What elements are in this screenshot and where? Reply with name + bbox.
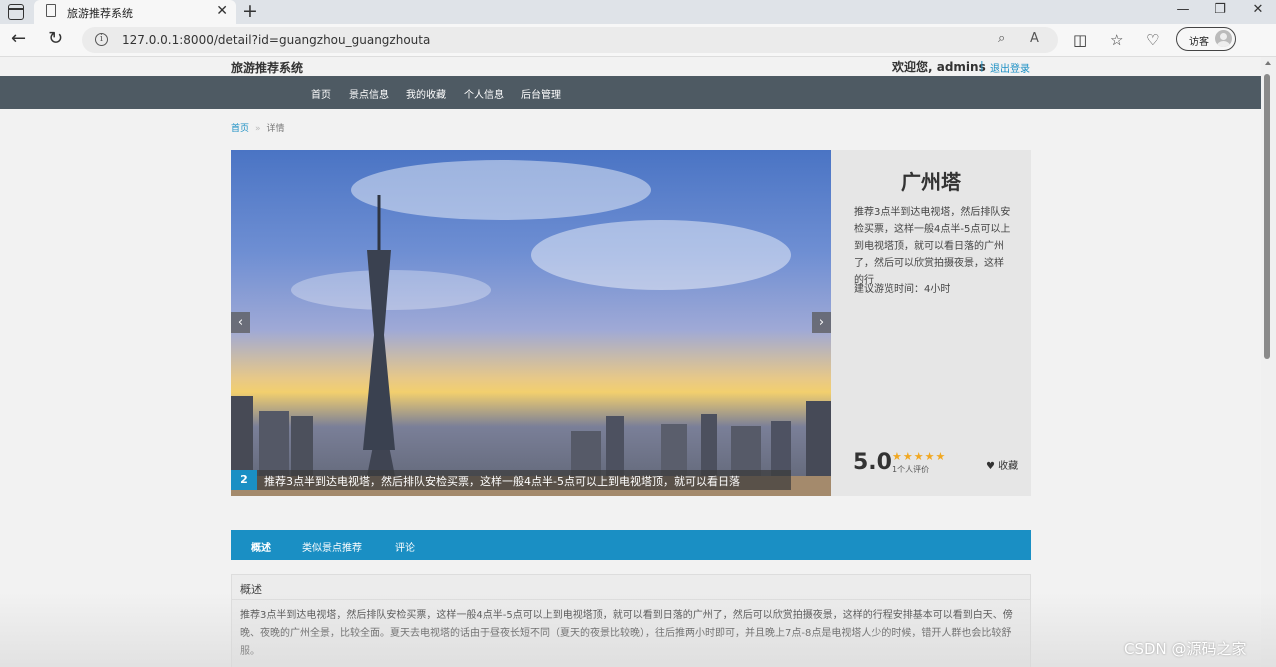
tab-comments[interactable]: 评论 <box>395 539 415 554</box>
web-page: 旅游推荐系统 欢迎您, admins | 退出登录 首页 景点信息 我的收藏 个… <box>0 57 1261 667</box>
favorites-icon[interactable]: ☆ <box>1110 31 1123 49</box>
read-aloud-icon[interactable]: A <box>1030 31 1039 46</box>
rating-score: 5.0 <box>853 450 892 475</box>
tab-sidebar-icon[interactable] <box>8 4 24 20</box>
url-field[interactable]: i 127.0.0.1:8000/detail?id=guangzhou_gua… <box>82 27 1058 53</box>
spot-description: 推荐3点半到达电视塔，然后排队安检买票，这样一般4点半-5点可以上到电视塔顶，就… <box>854 207 1011 286</box>
welcome-text: 欢迎您, admins <box>892 60 986 74</box>
guest-profile-button[interactable]: 访客 <box>1176 27 1236 51</box>
site-name: 旅游推荐系统 <box>231 61 304 75</box>
photo-carousel[interactable]: ‹ › 2 推荐3点半到达电视塔，然后排队安检买票，这样一般4点半-5点可以上到… <box>231 150 831 496</box>
extensions-icon[interactable]: ♡ <box>1146 31 1159 49</box>
review-count: 1个人评价 <box>892 465 930 474</box>
watermark: CSDN @源码之家 <box>1124 640 1247 658</box>
minimize-icon[interactable]: — <box>1173 2 1193 17</box>
header-separator: | <box>980 59 984 72</box>
tab-overview[interactable]: 概述 <box>251 539 271 554</box>
favorite-button[interactable]: ♥ 收藏 <box>986 457 1018 472</box>
nav-item-home[interactable]: 首页 <box>311 86 331 101</box>
carousel-caption: 2 推荐3点半到达电视塔，然后排队安检买票，这样一般4点半-5点可以上到电视塔顶… <box>231 470 791 490</box>
breadcrumb-home[interactable]: 首页 <box>231 124 249 134</box>
slide-number-badge: 2 <box>231 470 257 490</box>
overview-panel: 概述 推荐3点半到达电视塔，然后排队安检买票，这样一般4点半-5点可以上到电视塔… <box>231 574 1031 667</box>
breadcrumb-separator: » <box>255 124 261 134</box>
tab-title: 旅游推荐系统 <box>67 7 133 20</box>
browser-tab[interactable]: 旅游推荐系统 ✕ <box>34 0 236 24</box>
page-icon <box>46 4 56 17</box>
main-navbar: 首页 景点信息 我的收藏 个人信息 后台管理 <box>0 76 1261 109</box>
address-bar-row: ← ↻ i 127.0.0.1:8000/detail?id=guangzhou… <box>0 24 1276 57</box>
plus-icon[interactable]: + <box>242 0 258 22</box>
reload-icon[interactable]: ↻ <box>48 28 63 49</box>
split-screen-icon[interactable]: ◫ <box>1073 31 1087 49</box>
nav-item-favorites[interactable]: 我的收藏 <box>406 86 446 101</box>
caption-text: 推荐3点半到达电视塔，然后排队安检买票，这样一般4点半-5点可以上到电视塔顶，就… <box>264 475 740 488</box>
detail-tabs: 概述 类似景点推荐 评论 <box>231 530 1031 560</box>
suggested-time: 建议游览时间：4小时 <box>854 284 951 295</box>
nav-item-profile[interactable]: 个人信息 <box>464 86 504 101</box>
nav-item-admin[interactable]: 后台管理 <box>521 86 561 101</box>
close-icon[interactable]: ✕ <box>216 3 228 19</box>
window-close-icon[interactable]: ✕ <box>1248 2 1268 17</box>
browser-tab-bar: 旅游推荐系统 ✕ + — ❐ ✕ <box>0 0 1276 24</box>
tab-similar-spots[interactable]: 类似景点推荐 <box>302 539 362 554</box>
avatar <box>1215 30 1232 47</box>
info-icon[interactable]: i <box>95 33 108 46</box>
maximize-icon[interactable]: ❐ <box>1210 2 1230 17</box>
overview-title: 概述 <box>240 583 262 596</box>
url-text[interactable]: 127.0.0.1:8000/detail?id=guangzhou_guang… <box>122 33 430 47</box>
spot-title: 广州塔 <box>901 170 961 194</box>
breadcrumb-current: 详情 <box>266 124 285 134</box>
logout-link[interactable]: 退出登录 <box>990 60 1030 75</box>
rating-stars: ★★★★★ <box>892 450 947 463</box>
nav-item-spots[interactable]: 景点信息 <box>349 86 389 101</box>
carousel-next-button[interactable]: › <box>812 312 831 333</box>
page-scrollbar[interactable] <box>1261 57 1276 667</box>
canton-tower-image <box>363 195 395 450</box>
breadcrumb: 首页 » 详情 <box>231 121 285 134</box>
arrow-left-icon[interactable]: ← <box>11 28 26 49</box>
cloud-shape <box>531 220 791 290</box>
scrollbar-thumb[interactable] <box>1264 74 1270 359</box>
spot-info-panel: 广州塔 推荐3点半到达电视塔，然后排队安检买票，这样一般4点半-5点可以上到电视… <box>831 150 1031 496</box>
zoom-icon[interactable]: ⌕ <box>998 31 1005 46</box>
overview-header: 概述 <box>232 575 1030 600</box>
guest-label: 访客 <box>1189 37 1209 48</box>
carousel-prev-button[interactable]: ‹ <box>231 312 250 333</box>
scroll-up-arrow-icon[interactable] <box>1265 61 1271 65</box>
overview-body: 推荐3点半到达电视塔，然后排队安检买票，这样一般4点半-5点可以上到电视塔顶，就… <box>240 610 1013 657</box>
